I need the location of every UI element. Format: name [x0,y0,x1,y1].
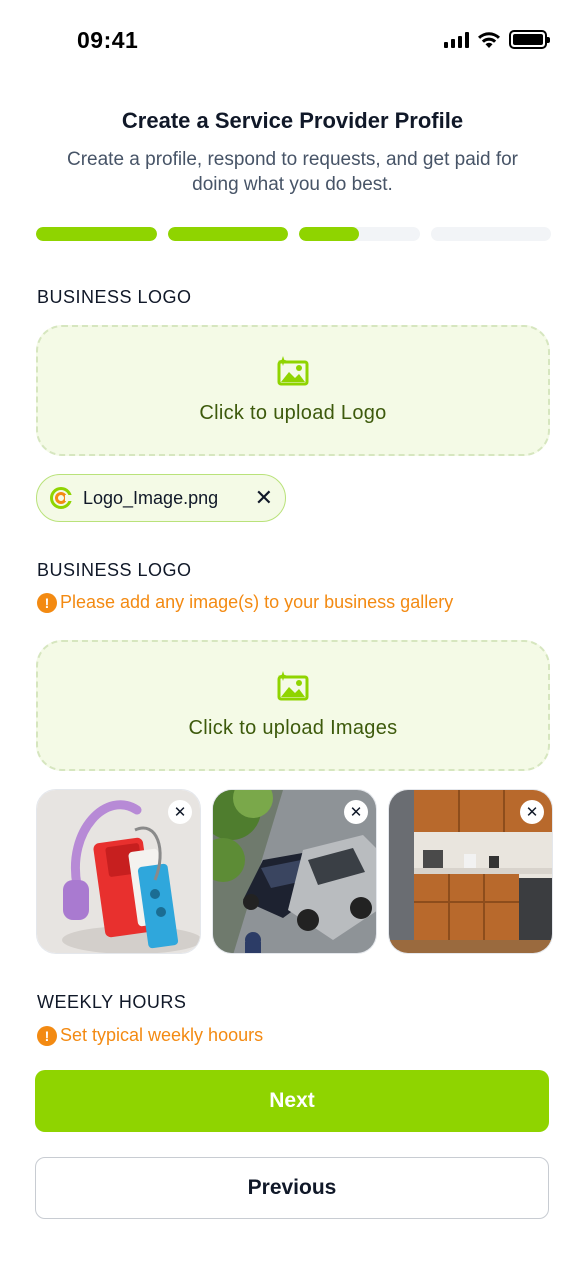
page-title: Create a Service Provider Profile [121,108,464,133]
weekly-hours-hint-text: Set typical weekly hoours [60,1025,264,1045]
upload-logo-button[interactable]: Click to upload Logo [36,325,550,456]
progress-step-fill [36,227,157,241]
uploaded-file-name: Logo_Image.png [83,487,219,508]
wifi-icon [478,31,500,48]
business-logo-label: BUSINESS LOGO [37,287,192,307]
add-image-icon [277,356,309,386]
cellular-signal-icon [444,31,469,48]
gallery-image-headphones[interactable]: ✕ [36,789,201,954]
step-progress [36,227,551,241]
add-image-icon [277,671,309,701]
progress-step-1 [36,227,157,241]
weekly-hours-hint: ! Set typical weekly hoours [37,1025,263,1046]
gallery-hint: ! Please add any image(s) to your busine… [37,592,453,613]
remove-logo-button[interactable]: ✕ [255,487,273,509]
business-gallery-label: BUSINESS LOGO [37,560,192,580]
gallery-image-cars[interactable]: ✕ [212,789,377,954]
gallery-hint-text: Please add any image(s) to your business… [60,592,454,612]
warning-icon: ! [37,592,57,613]
progress-step-3 [299,227,420,241]
upload-images-text: Click to upload Images [188,717,398,739]
status-bar: 09:41 [0,0,585,80]
gallery-thumbnails: ✕ ✕ ✕ [36,789,553,954]
remove-image-button[interactable]: ✕ [520,800,544,824]
gallery-image-kitchen[interactable]: ✕ [388,789,553,954]
upload-logo-text: Click to upload Logo [199,402,387,424]
status-time: 09:41 [77,27,139,53]
next-button[interactable]: Next [35,1070,549,1132]
previous-button[interactable]: Previous [35,1157,549,1219]
battery-icon [509,30,550,49]
progress-step-fill [167,227,288,241]
progress-step-fill [299,227,360,241]
weekly-hours-label: WEEKLY HOURS [37,992,187,1012]
remove-image-button[interactable]: ✕ [168,800,192,824]
page-subtitle: Create a profile, respond to requests, a… [67,149,518,195]
upload-images-button[interactable]: Click to upload Images [36,640,550,771]
progress-step-4 [430,227,551,241]
status-icons [444,30,550,49]
uploaded-logo-chip: Logo_Image.png ✕ [36,474,286,522]
file-logo-icon [50,487,73,509]
progress-step-2 [167,227,288,241]
remove-image-button[interactable]: ✕ [344,800,368,824]
warning-icon: ! [37,1025,57,1046]
